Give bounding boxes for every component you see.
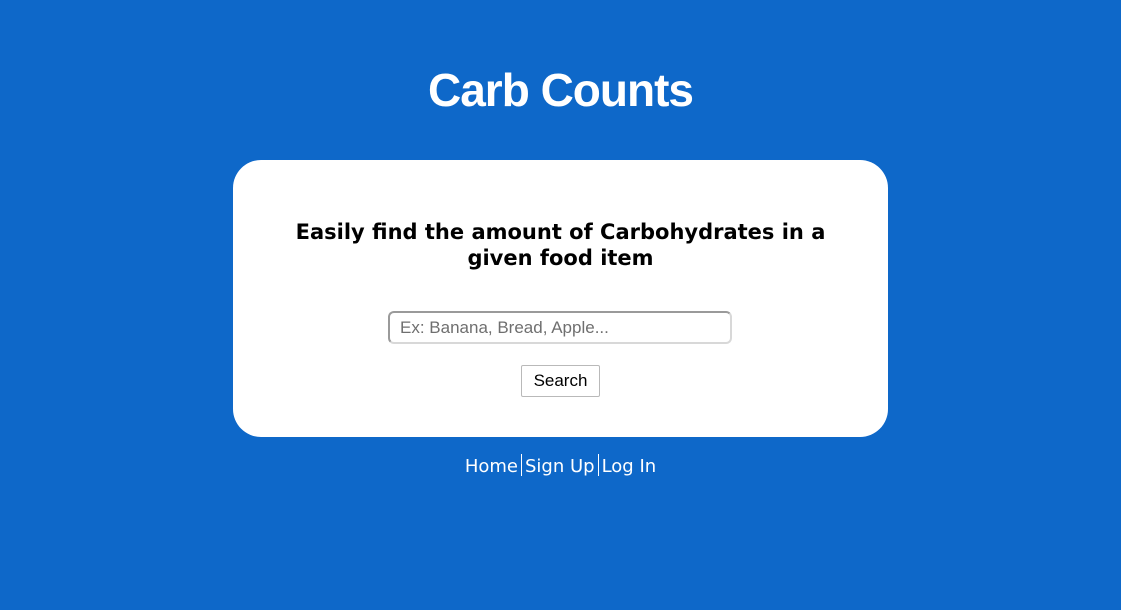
card-heading: Easily find the amount of Carbohydrates …	[295, 220, 826, 270]
nav-divider	[597, 454, 599, 476]
nav-divider	[520, 454, 522, 476]
log-in-link[interactable]: Log In	[602, 456, 657, 477]
search-card: Easily find the amount of Carbohydrates …	[233, 160, 888, 437]
page-title: Carb Counts	[428, 64, 694, 116]
search-input[interactable]	[388, 311, 732, 344]
home-link[interactable]: Home	[465, 456, 518, 477]
footer-nav: Home Sign Up Log In	[0, 454, 1121, 479]
search-button[interactable]: Search	[521, 365, 600, 397]
sign-up-link[interactable]: Sign Up	[525, 456, 595, 477]
